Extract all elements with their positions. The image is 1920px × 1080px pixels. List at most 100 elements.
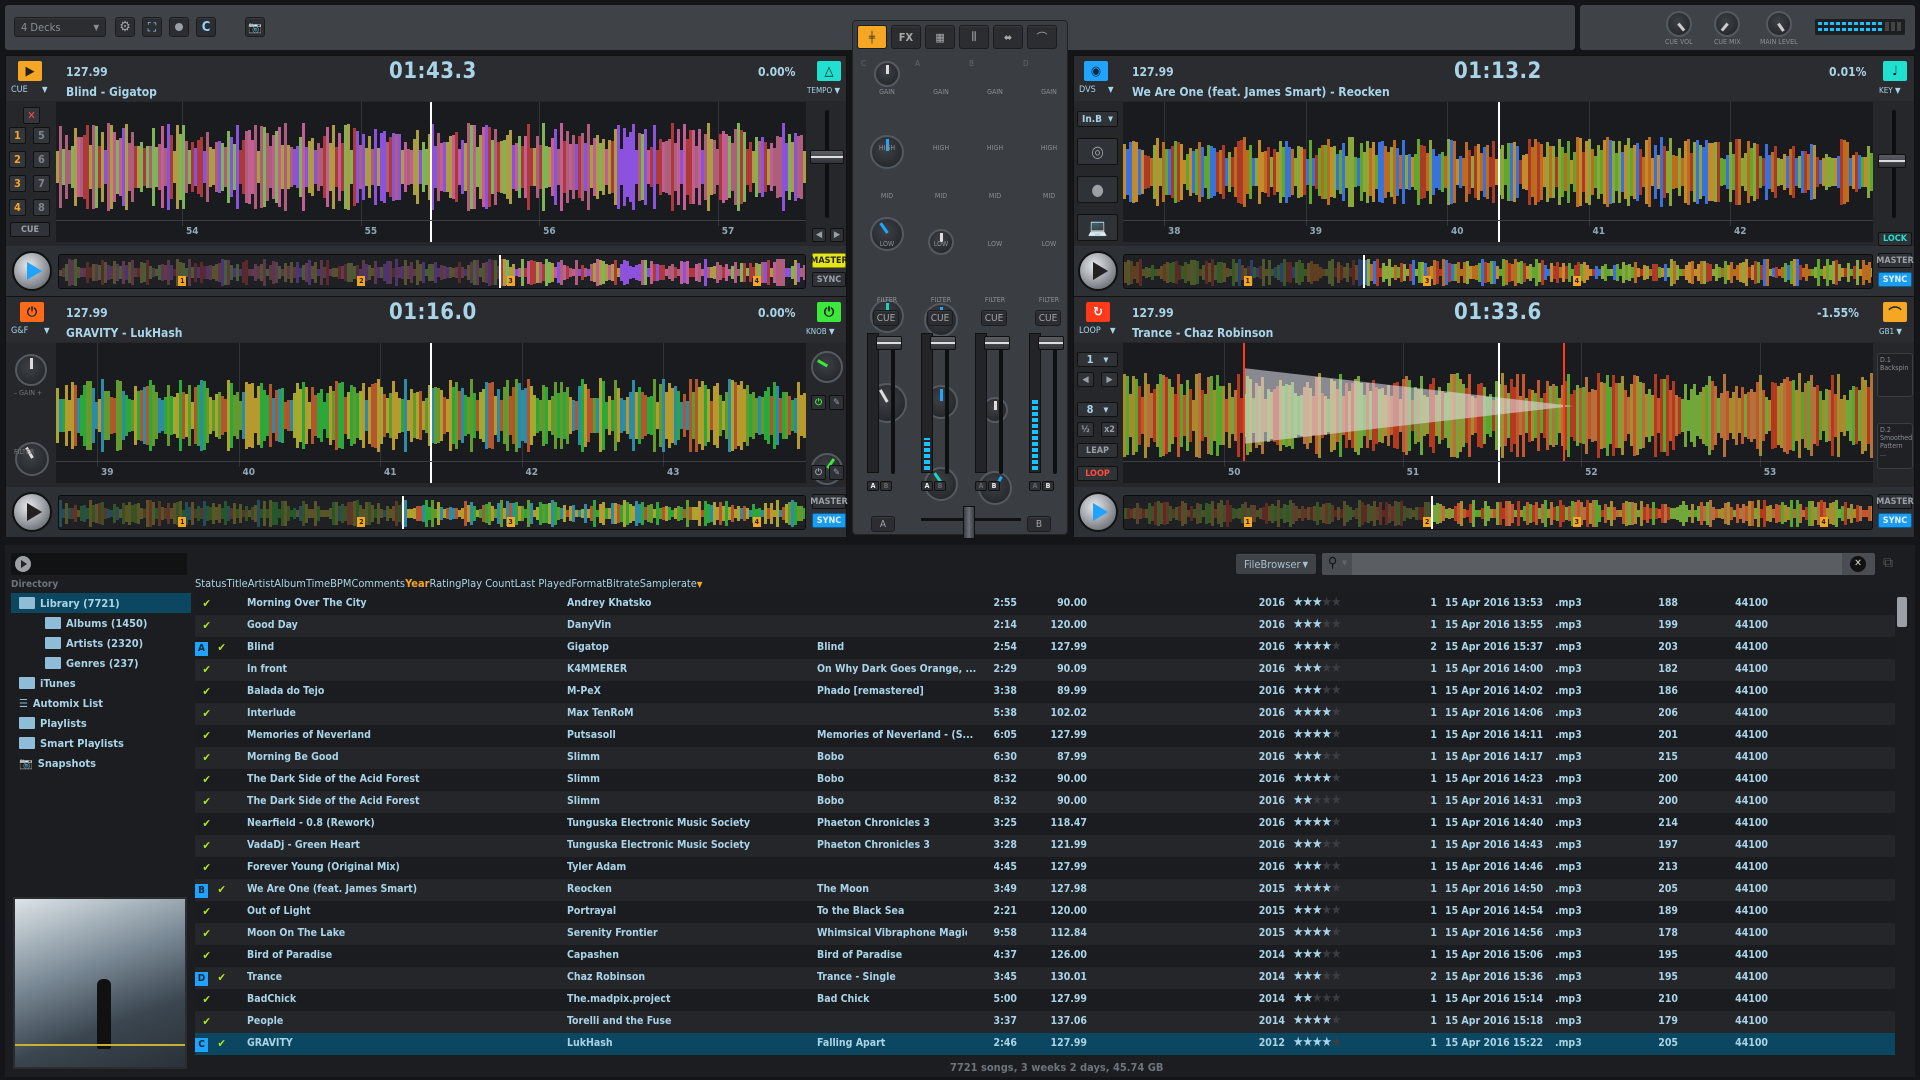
cue-mix-knob[interactable]: [1714, 11, 1741, 37]
internal-mode-button[interactable]: 💻: [1077, 214, 1118, 241]
track-row[interactable]: A ✔ Blind Gigatop Blind 2:54 127.99 2016 ★★★★★ 2…: [195, 637, 1895, 659]
star-icon[interactable]: ★: [1331, 639, 1341, 654]
channel-d-cue-button[interactable]: CUE: [1035, 310, 1061, 326]
cue-pad-2[interactable]: 2: [9, 151, 26, 168]
channel-d-fader-handle[interactable]: [1038, 336, 1064, 350]
cue-point-marker[interactable]: 4: [1819, 517, 1828, 527]
column-header-year[interactable]: Year: [405, 577, 429, 590]
star-icon[interactable]: ★: [1293, 815, 1303, 830]
star-icon[interactable]: ★: [1312, 1013, 1322, 1028]
pitch-bend-down-button[interactable]: ◀: [812, 228, 826, 242]
star-icon[interactable]: ★: [1312, 903, 1322, 918]
star-icon[interactable]: ★: [1312, 947, 1322, 962]
star-icon[interactable]: ★: [1322, 947, 1332, 962]
main-level-control[interactable]: MAIN LEVEL: [1760, 11, 1798, 46]
cue-pad-8[interactable]: 8: [33, 199, 50, 216]
star-icon[interactable]: ★: [1312, 617, 1322, 632]
record-button[interactable]: [169, 17, 189, 37]
star-icon[interactable]: ★: [1293, 1013, 1303, 1028]
tempo-mode-button[interactable]: △: [817, 61, 841, 81]
key-mode-button[interactable]: ♩: [1883, 61, 1907, 81]
column-header-format[interactable]: Format: [571, 577, 606, 590]
track-row[interactable]: ✔ People Torelli and the Fuse 3:37 137.06 201…: [195, 1011, 1895, 1033]
deck-3-waveform[interactable]: 39 40 41 42 43: [56, 343, 806, 483]
channel-d-fader-track[interactable]: [1053, 339, 1057, 474]
star-icon[interactable]: ★: [1293, 705, 1303, 720]
track-row[interactable]: ✔ Out of Light Portrayal To the Black Sea 2:…: [195, 901, 1895, 923]
star-icon[interactable]: ★: [1312, 815, 1322, 830]
star-icon[interactable]: ★: [1312, 969, 1322, 984]
cue-pad-6[interactable]: 6: [33, 151, 50, 168]
cue-point-marker[interactable]: 1: [1243, 276, 1252, 286]
star-icon[interactable]: ★: [1322, 1013, 1332, 1028]
star-icon[interactable]: ★: [1303, 661, 1313, 676]
column-header-last-played[interactable]: Last Played: [515, 577, 572, 590]
directory-item[interactable]: ☰ Automix List: [11, 693, 191, 713]
directory-item[interactable]: Genres (237): [11, 653, 191, 673]
directory-item[interactable]: Playlists: [11, 713, 191, 733]
channel-d-assign-a[interactable]: A: [1029, 481, 1041, 491]
star-icon[interactable]: ★: [1322, 969, 1332, 984]
star-icon[interactable]: ★: [1312, 859, 1322, 874]
star-icon[interactable]: ★: [1293, 771, 1303, 786]
cue-pad-3[interactable]: 3: [9, 175, 26, 192]
star-icon[interactable]: ★: [1322, 837, 1332, 852]
star-icon[interactable]: ★: [1331, 727, 1341, 742]
star-icon[interactable]: ★: [1312, 991, 1322, 1006]
loop-size-select[interactable]: 8 ▼: [1077, 402, 1118, 417]
channel-c-assign-b[interactable]: B: [880, 481, 892, 491]
star-icon[interactable]: ★: [1331, 617, 1341, 632]
fx-1-power-button[interactable]: ⏻: [811, 395, 826, 410]
snapshot-button[interactable]: 📷: [245, 17, 265, 37]
cue-point-marker[interactable]: 2: [357, 276, 366, 286]
star-icon[interactable]: ★: [1331, 815, 1341, 830]
star-icon[interactable]: ★: [1293, 749, 1303, 764]
track-list-scrollbar[interactable]: [1897, 597, 1907, 627]
star-icon[interactable]: ★: [1331, 705, 1341, 720]
track-row[interactable]: B ✔ We Are One (feat. James Smart) Reocken…: [195, 879, 1895, 901]
track-row[interactable]: ✔ Moon On The Lake Serenity Frontier Whimsi…: [195, 923, 1895, 945]
deck-4-master-button[interactable]: MASTER: [1876, 494, 1914, 509]
cue-vol-control[interactable]: CUE VOL: [1665, 11, 1693, 46]
star-icon[interactable]: ★: [1331, 595, 1341, 610]
deck-1-overview[interactable]: 1 2 3 4: [58, 254, 806, 289]
cue-vol-knob[interactable]: [1665, 11, 1692, 37]
delete-cue-button[interactable]: ✕: [23, 107, 40, 124]
star-icon[interactable]: ★: [1331, 683, 1341, 698]
star-icon[interactable]: ★: [1303, 1035, 1313, 1050]
star-icon[interactable]: ★: [1331, 903, 1341, 918]
star-icon[interactable]: ★: [1303, 969, 1313, 984]
deck-2-overview[interactable]: 1 3 4: [1123, 254, 1873, 289]
channel-c-cue-button[interactable]: CUE: [873, 310, 899, 326]
deck-1-right-mode[interactable]: TEMPO ▼: [807, 86, 840, 95]
star-icon[interactable]: ★: [1303, 595, 1313, 610]
star-icon[interactable]: ★: [1322, 749, 1332, 764]
loop-half-button[interactable]: ½: [1077, 422, 1094, 437]
star-icon[interactable]: ★: [1293, 1035, 1303, 1050]
channel-b-cue-button[interactable]: CUE: [981, 310, 1007, 326]
star-icon[interactable]: ★: [1293, 837, 1303, 852]
column-header-status[interactable]: Status: [195, 577, 227, 590]
star-icon[interactable]: ★: [1331, 991, 1341, 1006]
star-icon[interactable]: ★: [1331, 749, 1341, 764]
star-icon[interactable]: ★: [1303, 815, 1313, 830]
source-select[interactable]: FileBrowser ▼: [1235, 553, 1317, 575]
deck-2-mode-dropdown[interactable]: ▼: [1108, 85, 1114, 94]
deck-4-sync-button[interactable]: SYNC: [1878, 513, 1912, 528]
column-header-album[interactable]: Album: [274, 577, 306, 590]
key-lock-button[interactable]: LOCK: [1878, 232, 1912, 246]
star-icon[interactable]: ★: [1293, 639, 1303, 654]
deck-3-mode-dropdown[interactable]: ▼: [44, 326, 50, 335]
deck-1-cue-button[interactable]: CUE: [10, 222, 50, 237]
star-icon[interactable]: ★: [1303, 727, 1313, 742]
tab-envelope[interactable]: ⌒: [1027, 25, 1057, 49]
star-icon[interactable]: ★: [1312, 727, 1322, 742]
broadcast-button[interactable]: C: [196, 17, 216, 37]
turntable-relative-button[interactable]: ◎: [1077, 138, 1118, 165]
star-icon[interactable]: ★: [1293, 969, 1303, 984]
directory-item[interactable]: 📷 Snapshots: [11, 753, 191, 773]
tempo-slider-handle[interactable]: [810, 150, 844, 164]
channel-c-fader-track[interactable]: [891, 339, 895, 474]
cue-point-marker[interactable]: 4: [752, 517, 761, 527]
column-header-comments[interactable]: Comments: [351, 577, 405, 590]
